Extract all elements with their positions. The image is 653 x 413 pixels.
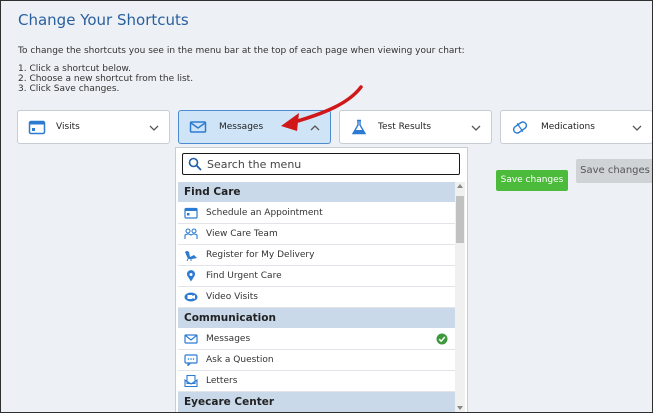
shortcut-label: Visits [56,122,80,132]
save-changes-button-disabled[interactable]: Save changes [576,159,652,183]
video-camera-icon [184,292,198,302]
calendar-icon [28,120,46,135]
scroll-up-arrow-icon[interactable] [457,184,463,188]
envelope-icon [189,121,207,133]
menu-item-label: Ask a Question [206,355,274,365]
menu-item-label: Video Visits [206,292,258,302]
scroll-down-arrow-icon[interactable] [457,406,463,410]
step-3: 3. Click Save changes. [18,84,120,94]
menu-item-video-visits[interactable]: Video Visits [178,287,456,308]
shortcut-medications-select[interactable]: Medications [500,110,652,144]
menu-item-letters[interactable]: Letters [178,371,456,392]
save-changes-button[interactable]: Save changes [496,170,568,191]
menu-item-label: Messages [206,334,251,344]
search-icon [188,157,202,171]
menu-item-label: Register for My Delivery [206,250,315,260]
letter-icon [184,375,198,387]
menu-list: Find Care Schedule an Appointment View C… [176,182,456,412]
shortcut-label: Test Results [378,122,432,132]
menu-item-schedule-appointment[interactable]: Schedule an Appointment [178,203,456,224]
menu-item-view-care-team[interactable]: View Care Team [178,224,456,245]
pill-icon [512,121,528,134]
menu-item-ask-question[interactable]: Ask a Question [178,350,456,371]
menu-item-register-delivery[interactable]: Register for My Delivery [178,245,456,266]
location-pin-icon [187,270,195,282]
chevron-down-icon [471,125,481,131]
chat-bubble-icon [184,354,198,366]
shortcut-dropdown-menu: Search the menu Find Care Schedule an Ap… [175,147,468,412]
shortcut-visits-select[interactable]: Visits [17,110,170,144]
shortcut-label: Messages [219,122,264,132]
dropdown-scrollbar[interactable] [455,182,465,412]
search-input[interactable]: Search the menu [182,153,460,175]
menu-item-label: Schedule an Appointment [206,208,323,218]
envelope-icon [184,334,198,344]
chevron-down-icon [632,125,642,131]
chevron-down-icon [149,125,159,131]
instructions-text: To change the shortcuts you see in the m… [18,46,465,56]
page-title: Change Your Shortcuts [18,11,189,29]
step-2: 2. Choose a new shortcut from the list. [18,74,194,84]
section-header-communication: Communication [178,308,456,328]
section-header-eyecare-center: Eyecare Center [178,392,456,412]
calendar-icon [184,207,198,219]
checkmark-icon [436,333,448,345]
menu-item-label: Find Urgent Care [206,271,282,281]
menu-item-label: View Care Team [206,229,278,239]
people-icon [184,228,198,239]
stork-icon [185,251,197,261]
annotation-arrow-icon [281,85,363,131]
menu-item-messages[interactable]: Messages [178,329,456,350]
shortcut-label: Medications [541,122,595,132]
shortcuts-panel: Change Your Shortcuts To change the shor… [0,0,653,413]
scrollbar-thumb[interactable] [456,196,464,243]
section-header-find-care: Find Care [178,182,456,202]
menu-item-find-urgent-care[interactable]: Find Urgent Care [178,266,456,287]
search-placeholder: Search the menu [207,158,302,171]
menu-item-label: Letters [206,376,238,386]
step-1: 1. Click a shortcut below. [18,64,131,74]
